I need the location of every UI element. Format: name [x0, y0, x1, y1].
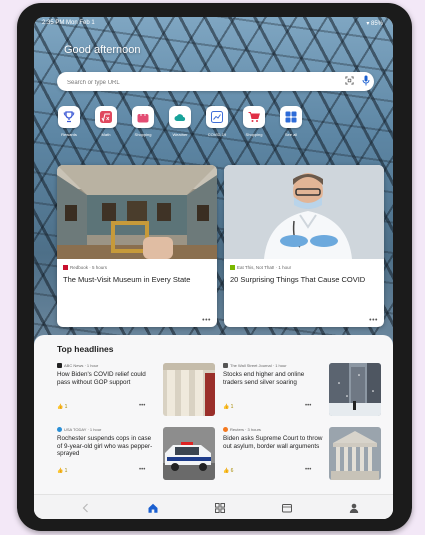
doctor-photo: [224, 165, 384, 259]
page: 2:35 PM Mon Feb 1 ▾ 85% Good afternoon S…: [0, 0, 425, 535]
nav-tabs[interactable]: [281, 501, 293, 513]
headline-source: ABC News · 1 hour: [57, 363, 98, 368]
headline-item[interactable]: USA TODAY · 1 hour Rochester suspends co…: [57, 427, 215, 480]
card-source-text: Redbook · 5 hours: [70, 265, 108, 270]
headline-source: The Wall Street Journal · 1 hour: [223, 363, 287, 368]
quick-link-label: See all: [284, 132, 298, 137]
home-icon: [148, 503, 158, 513]
like-count[interactable]: 👍 1: [223, 404, 233, 410]
quick-link-label: COVID-19: [207, 132, 227, 137]
more-options-icon[interactable]: •••: [202, 317, 211, 324]
more-options-icon[interactable]: •••: [139, 467, 145, 473]
police-car-photo: [163, 427, 215, 480]
back-arrow-icon: [82, 503, 88, 513]
headline-text[interactable]: Rochester suspends cops in case of 9-yea…: [57, 435, 157, 458]
museum-photo: [57, 165, 217, 259]
quick-link-label: Weather: [172, 132, 188, 137]
headline-source-text: The Wall Street Journal · 1 hour: [230, 363, 287, 368]
like-count[interactable]: 👍 1: [57, 468, 67, 474]
weather-cloud-icon: [174, 114, 186, 122]
apps-grid-icon: [215, 503, 225, 513]
card-source: Eat This, Not That! · 1 hour: [230, 265, 291, 270]
top-headlines-panel: Top headlines ABC News · 1 hour How Bide…: [34, 335, 393, 519]
card-source-text: Eat This, Not That! · 1 hour: [237, 265, 292, 270]
search-bar[interactable]: [57, 72, 374, 91]
publisher-logo: [57, 363, 62, 368]
trophy-icon: [63, 111, 75, 123]
quick-link-label: Shopping: [134, 132, 152, 137]
nav-back[interactable]: [80, 501, 92, 513]
quick-link-weather[interactable]: [169, 106, 191, 128]
publisher-logo: [223, 427, 228, 432]
search-input[interactable]: [65, 74, 329, 91]
headline-text[interactable]: How Biden's COVID relief could pass with…: [57, 371, 157, 386]
nav-home[interactable]: [147, 501, 159, 513]
quick-link-label: Math: [101, 132, 111, 137]
status-bar: 2:35 PM Mon Feb 1 ▾ 85%: [34, 17, 393, 29]
cart-icon: [248, 112, 260, 122]
headline-source-text: Reuters · 3 hours: [230, 427, 261, 432]
nav-apps[interactable]: [214, 501, 226, 513]
quick-link-shopping-cart[interactable]: [243, 106, 265, 128]
greeting: Good afternoon: [64, 44, 141, 56]
headline-source: USA TODAY · 1 hour: [57, 427, 101, 432]
profile-icon: [349, 503, 359, 513]
status-time: 2:35 PM Mon Feb 1: [42, 20, 95, 26]
headline-source-text: ABC News · 1 hour: [64, 363, 99, 368]
nav-profile[interactable]: [348, 501, 360, 513]
tabs-icon: [282, 504, 292, 513]
publisher-logo: [223, 363, 228, 368]
headline-source-text: USA TODAY · 1 hour: [64, 427, 102, 432]
quick-link-label: Rewards: [61, 132, 77, 137]
microphone-icon[interactable]: [362, 75, 370, 86]
covid-chart-icon: [211, 111, 223, 123]
math-icon: [100, 111, 112, 123]
quick-link-covid[interactable]: [206, 106, 228, 128]
publisher-logo: [230, 265, 235, 270]
grid-icon: [285, 111, 297, 123]
headline-text[interactable]: Biden asks Supreme Court to throw out as…: [223, 435, 323, 450]
browser-screen: 2:35 PM Mon Feb 1 ▾ 85% Good afternoon S…: [34, 17, 393, 519]
status-battery: ▾ 85%: [366, 21, 383, 27]
headline-text[interactable]: Stocks end higher and online traders sen…: [223, 371, 323, 386]
section-title: Top headlines: [57, 344, 114, 354]
bottom-nav: [34, 494, 393, 519]
card-source: Redbook · 5 hours: [63, 265, 107, 270]
like-count[interactable]: 👍 6: [223, 468, 233, 474]
more-options-icon[interactable]: •••: [139, 403, 145, 409]
headline-item[interactable]: The Wall Street Journal · 1 hour Stocks …: [223, 363, 381, 416]
featured-card-covid[interactable]: Eat This, Not That! · 1 hour 20 Surprisi…: [224, 165, 384, 327]
publisher-logo: [57, 427, 62, 432]
quick-link-shopping[interactable]: [132, 106, 154, 128]
wall-street-snow-photo: [329, 363, 381, 416]
publisher-logo: [63, 265, 68, 270]
more-options-icon[interactable]: •••: [305, 467, 311, 473]
shopping-bag-icon: [137, 111, 149, 123]
white-house-photo: [163, 363, 215, 416]
headline-item[interactable]: Reuters · 3 hours Biden asks Supreme Cou…: [223, 427, 381, 480]
like-count[interactable]: 👍 1: [57, 404, 67, 410]
headline-item[interactable]: ABC News · 1 hour How Biden's COVID reli…: [57, 363, 215, 416]
more-options-icon[interactable]: •••: [305, 403, 311, 409]
scan-icon[interactable]: [345, 76, 354, 85]
more-options-icon[interactable]: •••: [369, 317, 378, 324]
quick-link-see-all[interactable]: [280, 106, 302, 128]
card-title[interactable]: The Must-Visit Museum in Every State: [63, 275, 211, 284]
headline-source: Reuters · 3 hours: [223, 427, 261, 432]
featured-card-museum[interactable]: Redbook · 5 hours The Must-Visit Museum …: [57, 165, 217, 327]
quick-link-label: Shopping: [245, 132, 263, 137]
supreme-court-photo: [329, 427, 381, 480]
card-title[interactable]: 20 Surprising Things That Cause COVID: [230, 275, 378, 284]
quick-link-rewards[interactable]: [58, 106, 80, 128]
quick-link-math[interactable]: [95, 106, 117, 128]
